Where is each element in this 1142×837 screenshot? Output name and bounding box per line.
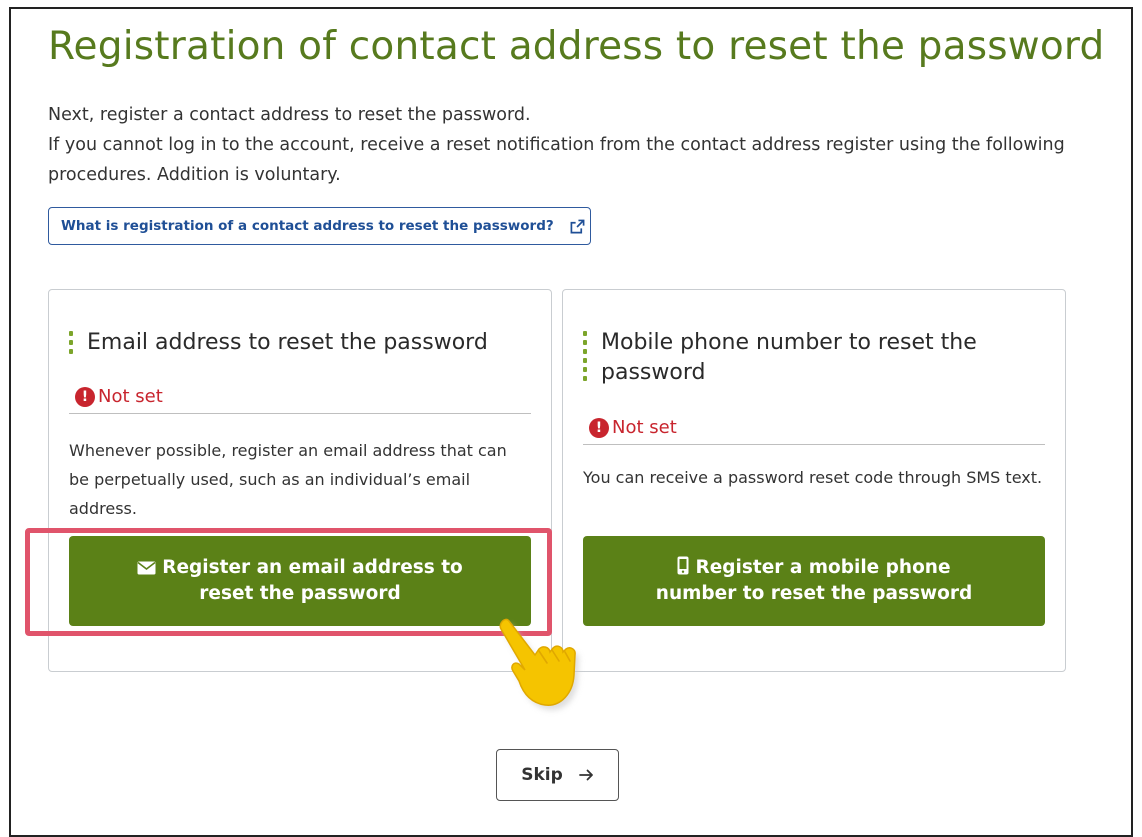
mobile-phone-icon [677,556,689,575]
email-card-title: Email address to reset the password [69,328,531,358]
help-link-label: What is registration of a contact addres… [61,218,554,234]
register-email-label: Register an email address to reset the p… [162,557,463,604]
phone-card-description: You can receive a password reset code th… [583,468,1043,487]
page-title: Registration of contact address to reset… [48,24,1105,69]
exclamation-icon: ! [589,418,609,438]
skip-label: Skip [521,765,563,785]
email-reset-card: Email address to reset the password ! No… [48,289,552,672]
phone-reset-card: Mobile phone number to reset the passwor… [562,289,1066,672]
email-status-text: Not set [98,386,163,407]
register-phone-button[interactable]: Register a mobile phone number to reset … [583,536,1045,626]
exclamation-icon: ! [75,387,95,407]
register-email-button[interactable]: Register an email address to reset the p… [69,536,531,626]
intro-text: Next, register a contact address to rese… [48,100,1078,190]
register-phone-label: Register a mobile phone number to reset … [655,557,973,604]
intro-line-2: If you cannot log in to the account, rec… [48,135,1065,185]
title-accent-dots [69,331,73,354]
intro-line-1: Next, register a contact address to rese… [48,105,531,125]
email-status: ! Not set [69,386,531,414]
phone-status-text: Not set [612,417,677,438]
skip-button[interactable]: Skip [496,749,619,801]
phone-card-title: Mobile phone number to reset the passwor… [583,328,1045,388]
email-card-title-text: Email address to reset the password [87,330,488,355]
help-link-button[interactable]: What is registration of a contact addres… [48,207,591,245]
phone-status: ! Not set [583,417,1045,445]
envelope-icon [137,561,156,575]
email-card-description: Whenever possible, register an email add… [69,441,507,518]
arrow-right-icon [578,769,593,781]
title-accent-dots [583,331,587,381]
phone-card-title-text: Mobile phone number to reset the passwor… [601,330,977,385]
pointing-hand-icon [499,618,580,711]
external-link-icon [570,219,585,233]
